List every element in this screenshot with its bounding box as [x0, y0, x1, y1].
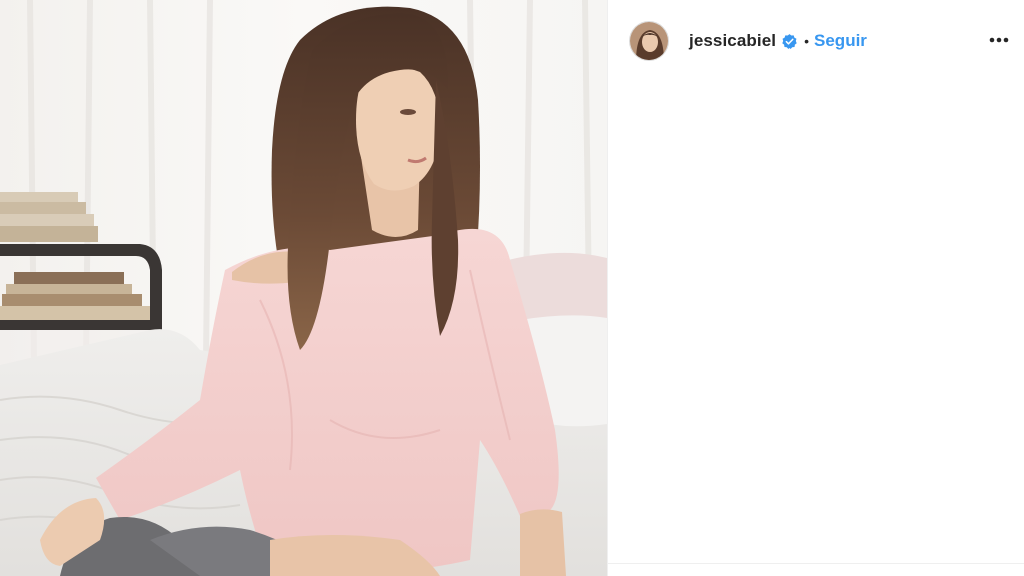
avatar[interactable] — [629, 21, 669, 61]
more-options-icon[interactable] — [988, 29, 1010, 51]
instagram-post: jessicabiel • Seguir — [0, 0, 1024, 576]
divider — [608, 563, 1024, 564]
verified-badge-icon — [781, 33, 798, 50]
separator-dot: • — [804, 33, 810, 49]
username[interactable]: jessicabiel — [689, 31, 776, 51]
avatar-image — [630, 22, 668, 60]
post-photo[interactable] — [0, 0, 607, 576]
post-image — [0, 0, 607, 576]
follow-button[interactable]: Seguir — [814, 31, 867, 51]
post-header: jessicabiel • Seguir — [608, 0, 1024, 82]
post-side-panel: jessicabiel • Seguir — [607, 0, 1024, 576]
